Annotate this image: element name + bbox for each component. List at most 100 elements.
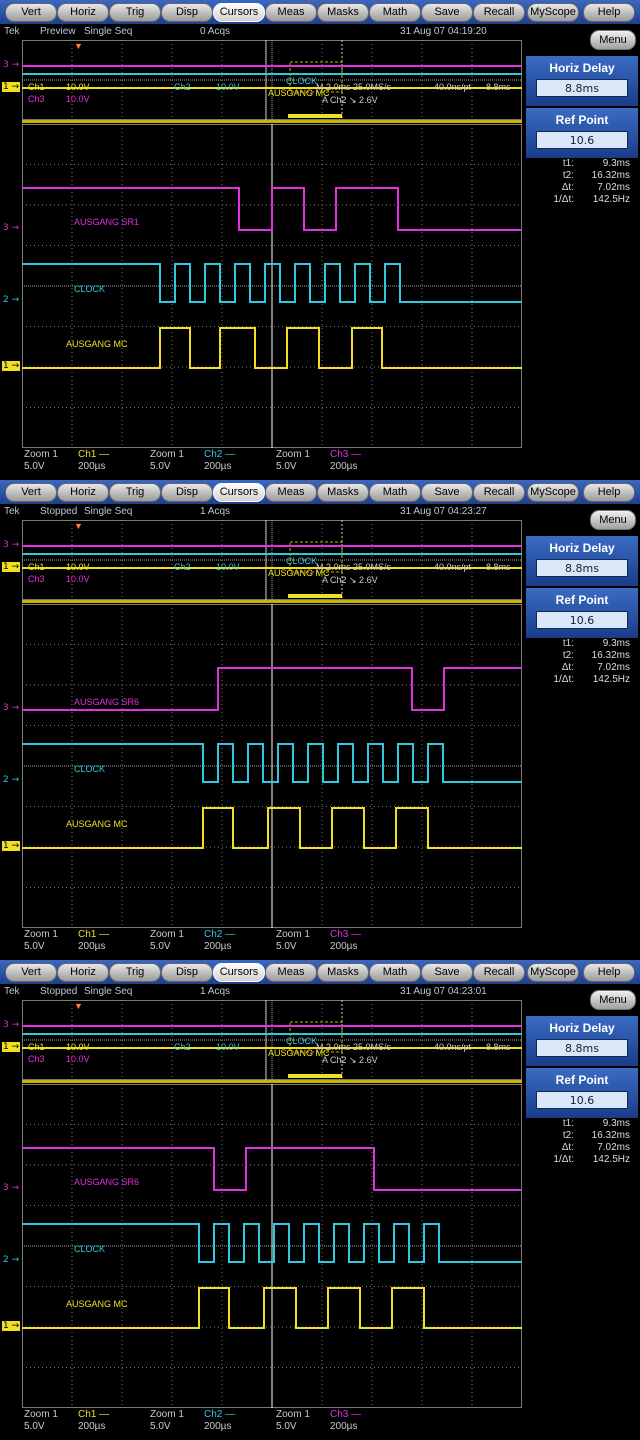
- menu-cursors-button[interactable]: Cursors: [213, 963, 265, 982]
- menu-myscope-button[interactable]: MyScope: [527, 3, 579, 22]
- horiz-delay-control[interactable]: Horiz Delay 8.8ms: [526, 1016, 638, 1066]
- menu-meas-button[interactable]: Meas: [265, 963, 317, 982]
- menu-trig-button[interactable]: Trig: [109, 963, 161, 982]
- menu-math-button[interactable]: Math: [369, 963, 421, 982]
- ch3-overview-marker[interactable]: 3 →: [2, 60, 22, 72]
- ch1-overview-marker[interactable]: 1 →: [2, 1042, 22, 1054]
- menu-cursors-button[interactable]: Cursors: [213, 3, 265, 22]
- ch1-ground-marker[interactable]: 1 →: [2, 1321, 22, 1333]
- menu-cursors-button[interactable]: Cursors: [213, 483, 265, 502]
- cursor-key: t2:: [562, 170, 574, 181]
- ch2-ground-marker[interactable]: 2 →: [2, 775, 22, 787]
- ref-point-control[interactable]: Ref Point 10.6: [526, 1068, 638, 1118]
- menu-help-button[interactable]: Help: [583, 483, 635, 502]
- menu-disp-button[interactable]: Disp: [161, 963, 213, 982]
- cursor-value: 142.5Hz: [592, 674, 630, 685]
- ch1-label: Ch1: [28, 82, 45, 92]
- menu-save-button[interactable]: Save: [421, 483, 473, 502]
- ref-point-control[interactable]: Ref Point 10.6: [526, 588, 638, 638]
- acquisition-state: Stopped: [40, 506, 78, 517]
- ref-point-value[interactable]: 10.6: [536, 131, 628, 149]
- menu-help-button[interactable]: Help: [583, 963, 635, 982]
- ch1-ground-marker[interactable]: 1 →: [2, 841, 22, 853]
- ch1-ground-marker[interactable]: 1 →: [2, 361, 22, 373]
- cursor-key: Δt:: [561, 182, 574, 193]
- zoom-channel-readout: Zoom 1 Ch3 — 5.0V 200µs: [276, 449, 400, 479]
- menu-bar: Vert Horiz Trig Disp Cursors Meas Masks Math Sav…: [0, 480, 640, 504]
- ch1-scale: 10.0V: [66, 1042, 90, 1052]
- ref-point-control[interactable]: Ref Point 10.6: [526, 108, 638, 158]
- ch3-overview-marker[interactable]: 3 →: [2, 540, 22, 552]
- menu-vert-button[interactable]: Vert: [5, 963, 57, 982]
- ch2-marker-label: 2 →: [3, 1255, 20, 1265]
- menu-masks-button[interactable]: Masks: [317, 483, 369, 502]
- ch1-overview-marker[interactable]: 1 →: [2, 82, 22, 94]
- menu-meas-button[interactable]: Meas: [265, 3, 317, 22]
- ch3-overview-marker[interactable]: 3 →: [2, 1020, 22, 1032]
- menu-trig-button[interactable]: Trig: [109, 483, 161, 502]
- menu-help-button[interactable]: Help: [583, 3, 635, 22]
- overview-graticule: ▼: [22, 40, 522, 120]
- zoom-divider: [22, 1080, 522, 1083]
- timebase-readout: M 2.0ms 25.0MS/s: [316, 82, 392, 92]
- volts-per-div: 5.0V: [24, 461, 45, 472]
- ch2-label: Ch2: [174, 1042, 191, 1052]
- menu-disp-button[interactable]: Disp: [161, 3, 213, 22]
- cursor-key: t1:: [562, 158, 574, 169]
- trigger-readout: A Ch2 ↘ 2.6V: [322, 1055, 378, 1065]
- brand-label: Tek: [4, 506, 20, 517]
- zoom-label: Zoom 1: [24, 1409, 58, 1420]
- menu-button[interactable]: Menu: [590, 30, 636, 50]
- menu-math-button[interactable]: Math: [369, 483, 421, 502]
- ref-point-label: Ref Point: [555, 593, 609, 607]
- horiz-delay-value[interactable]: 8.8ms: [536, 1039, 628, 1057]
- menu-horiz-button[interactable]: Horiz: [57, 963, 109, 982]
- ch3-ground-marker[interactable]: 3 →: [2, 223, 22, 235]
- brand-label: Tek: [4, 26, 20, 37]
- ref-point-value[interactable]: 10.6: [536, 1091, 628, 1109]
- horiz-delay-control[interactable]: Horiz Delay 8.8ms: [526, 536, 638, 586]
- horiz-delay-value[interactable]: 8.8ms: [536, 79, 628, 97]
- ch2-ground-marker[interactable]: 2 →: [2, 295, 22, 307]
- menu-vert-button[interactable]: Vert: [5, 483, 57, 502]
- ch3-label: Ch3: [28, 574, 45, 584]
- menu-math-button[interactable]: Math: [369, 3, 421, 22]
- menu-myscope-button[interactable]: MyScope: [527, 963, 579, 982]
- menu-disp-button[interactable]: Disp: [161, 483, 213, 502]
- cursor-row: t1: 9.3ms: [530, 638, 638, 650]
- menu-save-button[interactable]: Save: [421, 3, 473, 22]
- menu-recall-button[interactable]: Recall: [473, 963, 525, 982]
- zoom-channel-readout: Zoom 1 Ch1 — 5.0V 200µs: [24, 449, 148, 479]
- menu-save-button[interactable]: Save: [421, 963, 473, 982]
- menu-trig-button[interactable]: Trig: [109, 3, 161, 22]
- time-per-div: 200µs: [78, 1421, 106, 1432]
- menu-masks-button[interactable]: Masks: [317, 3, 369, 22]
- zoom-position-bar: [288, 1074, 342, 1078]
- horiz-delay-control[interactable]: Horiz Delay 8.8ms: [526, 56, 638, 106]
- menu-horiz-button[interactable]: Horiz: [57, 483, 109, 502]
- cursor-row: 1/Δt: 142.5Hz: [530, 674, 638, 686]
- cursor-row: t2: 16.32ms: [530, 650, 638, 662]
- menu-recall-button[interactable]: Recall: [473, 483, 525, 502]
- menu-button[interactable]: Menu: [590, 990, 636, 1010]
- ch3-marker-label: 3 →: [3, 1183, 20, 1193]
- menu-horiz-button[interactable]: Horiz: [57, 3, 109, 22]
- menu-myscope-button[interactable]: MyScope: [527, 483, 579, 502]
- menu-button[interactable]: Menu: [590, 510, 636, 530]
- menu-masks-button[interactable]: Masks: [317, 963, 369, 982]
- ref-point-value[interactable]: 10.6: [536, 611, 628, 629]
- ch1-overview-marker[interactable]: 1 →: [2, 562, 22, 574]
- ch1-overview-marker-label: 1 →: [2, 562, 21, 572]
- ch3-ground-marker[interactable]: 3 →: [2, 703, 22, 715]
- ch2-ground-marker[interactable]: 2 →: [2, 1255, 22, 1267]
- overview-label-a: CLOCK: [286, 556, 318, 566]
- time-per-div: 200µs: [78, 461, 106, 472]
- acquisition-mode: Single Seq: [84, 26, 133, 37]
- cursor-value: 16.32ms: [591, 1130, 630, 1141]
- ch3-ground-marker[interactable]: 3 →: [2, 1183, 22, 1195]
- horiz-delay-value[interactable]: 8.8ms: [536, 559, 628, 577]
- cursor-key: t1:: [562, 638, 574, 649]
- menu-meas-button[interactable]: Meas: [265, 483, 317, 502]
- menu-vert-button[interactable]: Vert: [5, 3, 57, 22]
- menu-recall-button[interactable]: Recall: [473, 3, 525, 22]
